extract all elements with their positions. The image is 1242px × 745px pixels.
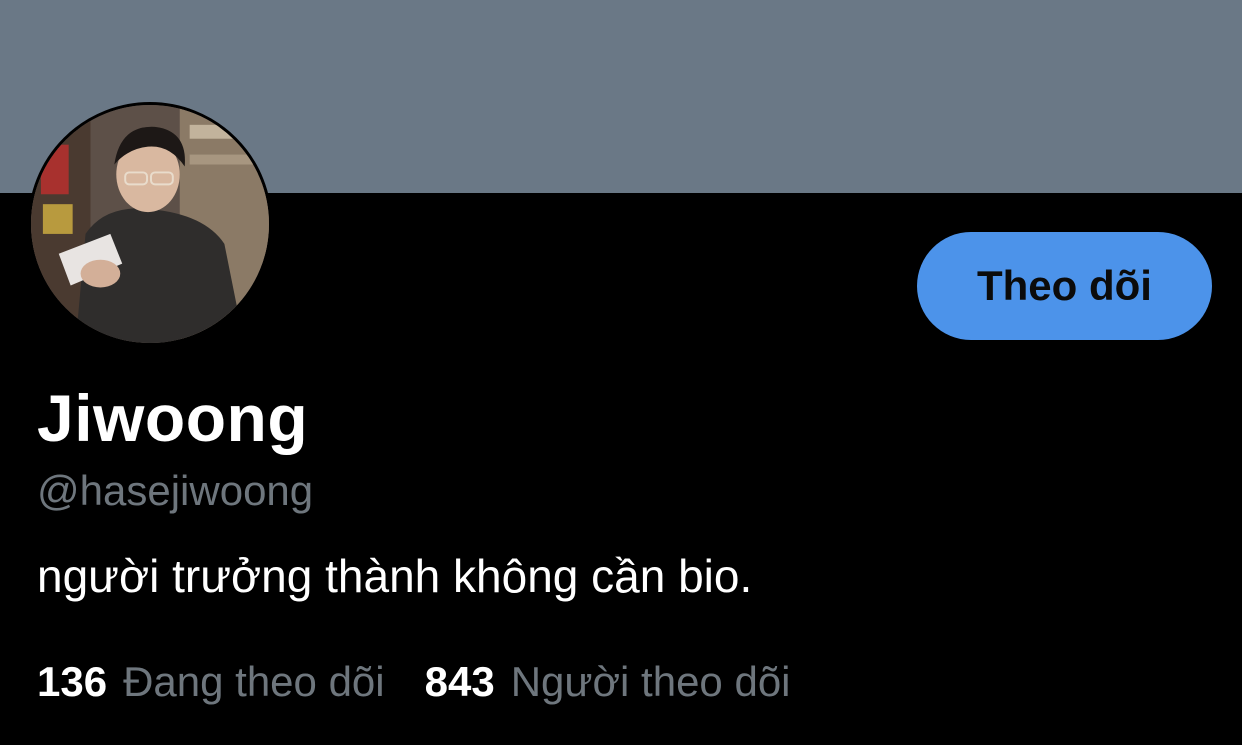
following-label: Đang theo dõi (123, 658, 385, 705)
followers-count: 843 (424, 658, 495, 705)
user-handle: @hasejiwoong (37, 467, 314, 514)
profile-stats: 136 Đang theo dõi 843 Người theo dõi (37, 656, 791, 708)
avatar-photo-icon (31, 105, 269, 343)
followers-stat-link[interactable]: 843 Người theo dõi (425, 656, 791, 708)
profile-bio: người trưởng thành không cần bio. (37, 550, 753, 602)
profile-avatar[interactable] (28, 102, 272, 346)
following-count: 136 (37, 658, 108, 705)
following-stat-link[interactable]: 136 Đang theo dõi (37, 656, 385, 708)
follow-button[interactable]: Theo dõi (917, 232, 1212, 340)
display-name: Jiwoong (37, 381, 309, 455)
followers-label: Người theo dõi (510, 658, 791, 705)
